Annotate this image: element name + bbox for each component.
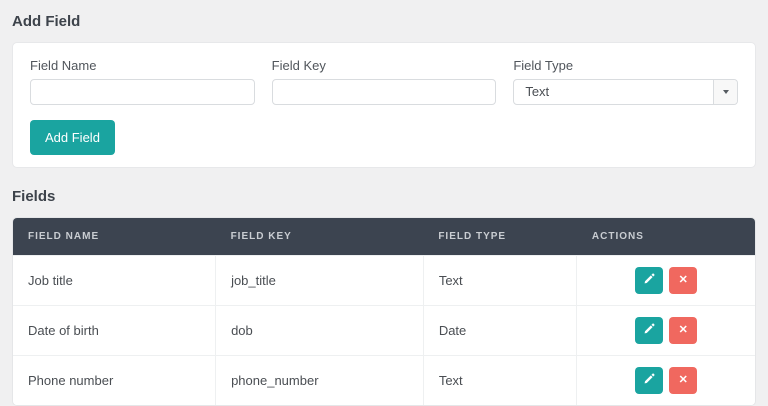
cell-field-type: Date	[423, 306, 577, 356]
cell-field-name: Job title	[13, 256, 216, 306]
pencil-icon	[643, 373, 655, 388]
x-icon: ✕	[679, 275, 688, 286]
col-header-field-name: FIELD NAME	[13, 218, 216, 256]
field-key-label: Field Key	[272, 58, 497, 73]
add-field-form: Field Name Field Key Field Type Text	[30, 58, 738, 105]
col-header-field-key: FIELD KEY	[216, 218, 424, 256]
cell-field-type: Text	[423, 356, 577, 406]
add-field-heading: Add Field	[12, 13, 756, 30]
page: Add Field Field Name Field Key Field Typ…	[0, 0, 768, 406]
x-icon: ✕	[679, 375, 688, 386]
fields-table-header: FIELD NAME FIELD KEY FIELD TYPE ACTIONS	[13, 218, 755, 256]
cell-field-type: Text	[423, 256, 577, 306]
cell-field-key: dob	[216, 306, 424, 356]
cell-actions: ✕	[577, 256, 755, 306]
table-row: Date of birth dob Date ✕	[13, 306, 755, 356]
table-row: Job title job_title Text ✕	[13, 256, 755, 306]
edit-button[interactable]	[635, 317, 663, 344]
add-field-button[interactable]: Add Field	[30, 120, 115, 155]
fields-heading: Fields	[12, 188, 756, 205]
delete-button[interactable]: ✕	[669, 267, 697, 294]
fields-table: FIELD NAME FIELD KEY FIELD TYPE ACTIONS …	[13, 218, 755, 405]
cell-field-name: Date of birth	[13, 306, 216, 356]
col-header-field-type: FIELD TYPE	[423, 218, 577, 256]
field-type-select[interactable]: Text	[513, 79, 738, 105]
field-type-group: Field Type Text	[513, 58, 738, 105]
field-type-selected-value: Text	[514, 80, 737, 104]
table-row: Phone number phone_number Text ✕	[13, 356, 755, 406]
cell-field-name: Phone number	[13, 356, 216, 406]
x-icon: ✕	[679, 325, 688, 336]
cell-field-key: phone_number	[216, 356, 424, 406]
chevron-down-icon	[723, 90, 729, 94]
col-header-actions: ACTIONS	[577, 218, 755, 256]
delete-button[interactable]: ✕	[669, 317, 697, 344]
cell-actions: ✕	[577, 356, 755, 406]
field-name-input[interactable]	[30, 79, 255, 105]
field-name-label: Field Name	[30, 58, 255, 73]
pencil-icon	[643, 323, 655, 338]
pencil-icon	[643, 273, 655, 288]
delete-button[interactable]: ✕	[669, 367, 697, 394]
add-field-card: Field Name Field Key Field Type Text Add…	[12, 42, 756, 168]
edit-button[interactable]	[635, 367, 663, 394]
cell-actions: ✕	[577, 306, 755, 356]
field-key-input[interactable]	[272, 79, 497, 105]
field-key-group: Field Key	[272, 58, 497, 105]
fields-table-card: FIELD NAME FIELD KEY FIELD TYPE ACTIONS …	[12, 217, 756, 406]
edit-button[interactable]	[635, 267, 663, 294]
field-type-label: Field Type	[513, 58, 738, 73]
select-caret-box	[713, 80, 737, 104]
cell-field-key: job_title	[216, 256, 424, 306]
field-name-group: Field Name	[30, 58, 255, 105]
